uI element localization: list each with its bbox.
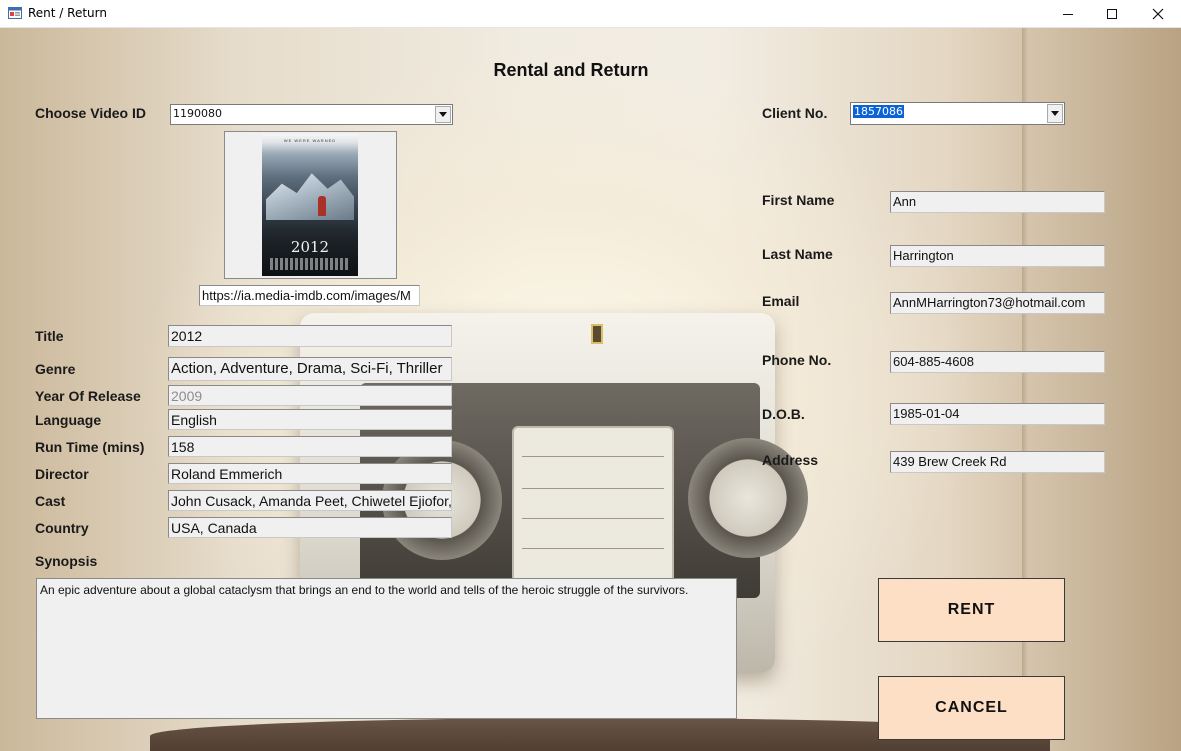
client-no-combobox[interactable]: 1857086 xyxy=(850,102,1065,125)
phone-field[interactable]: 604-885-4608 xyxy=(890,351,1105,373)
runtime-label: Run Time (mins) xyxy=(35,439,145,455)
country-field[interactable]: USA, Canada xyxy=(168,517,452,538)
email-field[interactable]: AnnMHarrington73@hotmail.com xyxy=(890,292,1105,314)
video-id-combobox[interactable]: 1190080 xyxy=(170,104,453,125)
cast-label: Cast xyxy=(35,493,66,509)
address-label: Address xyxy=(762,452,819,468)
window-form-icon xyxy=(8,7,22,19)
poster-mountain xyxy=(266,173,354,220)
chevron-down-icon xyxy=(439,112,447,117)
poster-credits xyxy=(270,258,350,270)
title-bar: Rent / Return xyxy=(0,0,1181,28)
director-field[interactable]: Roland Emmerich xyxy=(168,463,452,484)
phone-label: Phone No. xyxy=(762,352,832,368)
poster-tagline: WE WERE WARNED xyxy=(283,138,337,143)
last-name-label: Last Name xyxy=(762,246,833,262)
background-tape-label-line xyxy=(522,456,664,457)
form-client-area: Rental and Return Choose Video ID 119008… xyxy=(0,28,1181,751)
movie-poster-image: WE WERE WARNED 2012 xyxy=(262,134,358,276)
video-id-dropdown-button[interactable] xyxy=(435,106,451,123)
first-name-field[interactable]: Ann xyxy=(890,191,1105,213)
last-name-field[interactable]: Harrington xyxy=(890,245,1105,267)
close-button[interactable] xyxy=(1135,0,1181,28)
poster-figure xyxy=(318,196,326,216)
title-field[interactable]: 2012 xyxy=(168,325,452,347)
window-title: Rent / Return xyxy=(28,6,107,20)
minimize-button[interactable] xyxy=(1045,0,1091,28)
client-no-label: Client No. xyxy=(762,105,828,121)
maximize-icon xyxy=(1107,9,1117,19)
rent-button[interactable]: RENT xyxy=(878,578,1065,642)
background-tape-label-line xyxy=(522,518,664,519)
language-field[interactable]: English xyxy=(168,409,452,430)
form-title: Rental and Return xyxy=(493,60,649,80)
minimize-icon xyxy=(1063,14,1073,15)
close-icon xyxy=(1152,8,1164,20)
background-tape-tab xyxy=(591,324,603,344)
client-no-dropdown-button[interactable] xyxy=(1047,104,1063,123)
director-label: Director xyxy=(35,466,89,482)
synopsis-label: Synopsis xyxy=(35,553,98,569)
dob-label: D.O.B. xyxy=(762,406,805,422)
choose-video-label: Choose Video ID xyxy=(35,105,146,121)
year-field[interactable]: 2009 xyxy=(168,385,452,406)
genre-label: Genre xyxy=(35,361,76,377)
country-label: Country xyxy=(35,520,89,536)
client-no-value: 1857086 xyxy=(853,105,904,118)
email-label: Email xyxy=(762,293,800,309)
background-tape-label-line xyxy=(522,488,664,489)
cast-field[interactable]: John Cusack, Amanda Peet, Chiwetel Ejiof… xyxy=(168,490,452,511)
genre-field[interactable]: Action, Adventure, Drama, Sci-Fi, Thrill… xyxy=(168,357,452,381)
chevron-down-icon xyxy=(1051,111,1059,116)
background-wall-edge xyxy=(1022,28,1028,751)
poster-picturebox: WE WERE WARNED 2012 xyxy=(224,131,397,279)
video-id-value: 1190080 xyxy=(173,107,222,120)
runtime-field[interactable]: 158 xyxy=(168,436,452,457)
poster-title: 2012 xyxy=(290,238,330,256)
year-label: Year Of Release xyxy=(35,388,141,404)
dob-field[interactable]: 1985-01-04 xyxy=(890,403,1105,425)
background-tape-label-line xyxy=(522,548,664,549)
synopsis-textarea[interactable]: An epic adventure about a global catacly… xyxy=(36,578,737,719)
poster-url-field[interactable]: https://ia.media-imdb.com/images/M xyxy=(199,285,420,306)
maximize-button[interactable] xyxy=(1089,0,1135,28)
title-label: Title xyxy=(35,328,64,344)
language-label: Language xyxy=(35,412,102,428)
cancel-button[interactable]: CANCEL xyxy=(878,676,1065,740)
address-field[interactable]: 439 Brew Creek Rd xyxy=(890,451,1105,473)
first-name-label: First Name xyxy=(762,192,835,208)
